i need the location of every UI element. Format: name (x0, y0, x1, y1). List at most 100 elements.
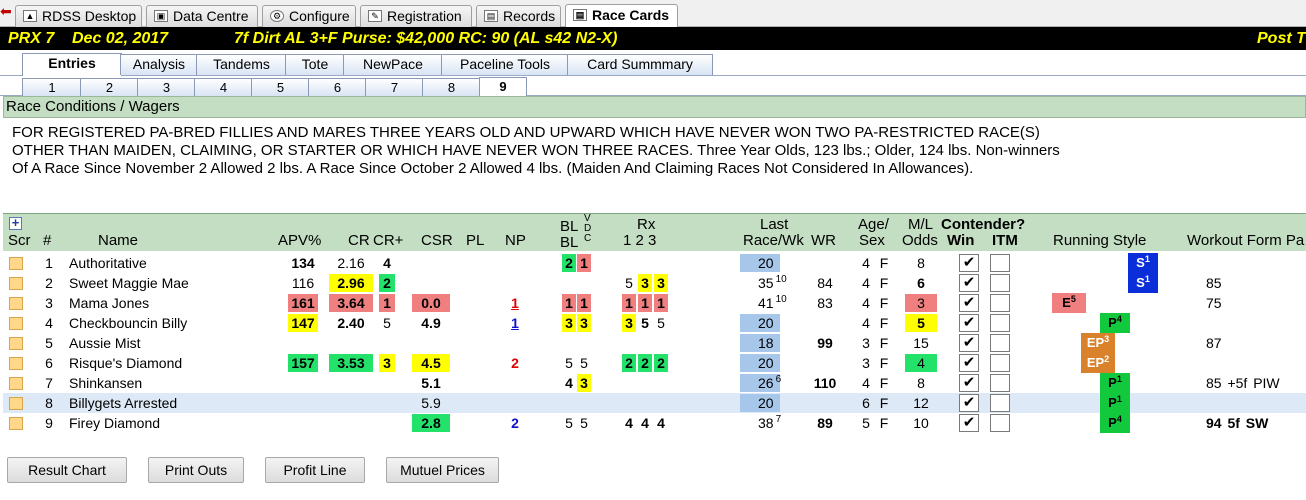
tab-data-centre[interactable]: ▣ Data Centre (146, 5, 258, 27)
wr-value (811, 314, 839, 332)
scratch-checkbox[interactable] (9, 297, 23, 310)
race-tab-3[interactable]: 3 (137, 78, 196, 96)
race-tab-9[interactable]: 9 (479, 77, 527, 96)
itm-checkbox[interactable] (990, 294, 1010, 312)
tab-tote[interactable]: Tote (285, 54, 345, 75)
age-value: 4 (862, 315, 870, 331)
expand-plus-button[interactable]: + (9, 216, 22, 230)
scratch-checkbox[interactable] (9, 277, 23, 290)
last-race-value: 20 (740, 254, 780, 272)
bl-2-value: 3 (577, 374, 591, 392)
scratch-checkbox[interactable] (9, 377, 23, 390)
table-row[interactable]: 8 Billygets Arrested 5.9 20 6 F 12 ✔ P1 (3, 393, 1306, 413)
last-race-days: 20 (758, 255, 774, 271)
last-race-value: 18 (740, 334, 780, 352)
last-race-weeks: 10 (775, 274, 787, 285)
ml-odds-value: 10 (913, 415, 929, 431)
rx-2-value: 5 (641, 315, 649, 331)
tab-race-cards[interactable]: ▤ Race Cards (565, 4, 678, 28)
sex-value: F (879, 415, 889, 431)
col-cr: CR (348, 232, 370, 249)
col-rx: Rx (637, 216, 656, 233)
entries-table-header: + Scr # Name APV% CR CR+ CSR PL NP BL BL… (3, 213, 1306, 251)
tab-records[interactable]: ▤ Records (476, 5, 561, 27)
rx-1-value (622, 374, 636, 392)
itm-checkbox[interactable] (990, 314, 1010, 332)
records-icon: ▤ (484, 10, 498, 22)
tab-entries[interactable]: Entries (22, 53, 122, 76)
table-row[interactable]: 5 Aussie Mist 18 99 3 F 15 ✔ EP3 87 (3, 333, 1306, 353)
race-tab-8[interactable]: 8 (422, 78, 481, 96)
print-outs-button[interactable]: Print Outs (148, 457, 244, 483)
apv-value: 134 (291, 255, 315, 271)
itm-checkbox[interactable] (990, 414, 1010, 432)
col-bl-bottom: BL (560, 234, 579, 251)
result-chart-button[interactable]: Result Chart (7, 457, 127, 483)
win-checkbox[interactable]: ✔ (959, 274, 979, 292)
win-checkbox[interactable]: ✔ (959, 414, 979, 432)
race-tab-1[interactable]: 1 (22, 78, 82, 96)
tab-tandems[interactable]: Tandems (196, 54, 287, 75)
bl-1-value: 2 (562, 254, 576, 272)
table-row[interactable]: 4 Checkbouncin Billy 147 2.40 5 4.9 1 3 3 3 5 5 20 4 F… (3, 313, 1306, 333)
itm-checkbox[interactable] (990, 374, 1010, 392)
profit-line-button[interactable]: Profit Line (265, 457, 365, 483)
scratch-checkbox[interactable] (9, 417, 23, 430)
table-row[interactable]: 1 Authoritative 134 2.16 4 2 1 20 4 F 8 ✔ S1 (3, 253, 1306, 273)
win-checkbox[interactable]: ✔ (959, 294, 979, 312)
ml-odds-value: 12 (913, 395, 929, 411)
col-vdc: V D C (584, 213, 592, 244)
win-checkbox[interactable]: ✔ (959, 354, 979, 372)
last-race-value: 20 (740, 394, 780, 412)
sex-value: F (879, 255, 889, 271)
scratch-checkbox[interactable] (9, 317, 23, 330)
tab-newpace[interactable]: NewPace (343, 54, 443, 75)
table-row[interactable]: 6 Risque's Diamond 157 3.53 3 4.5 2 5 5 2 2 2 20 3 F 4 ✔… (3, 353, 1306, 373)
tab-analysis[interactable]: Analysis (120, 54, 198, 75)
itm-checkbox[interactable] (990, 274, 1010, 292)
win-checkbox[interactable]: ✔ (959, 254, 979, 272)
table-row[interactable]: 7 Shinkansen 5.1 4 3 26 6 110 4 F 8 ✔ P1 85 +5f PIW (3, 373, 1306, 393)
cr-value (329, 414, 373, 432)
np-value: 2 (511, 415, 519, 431)
scratch-checkbox[interactable] (9, 357, 23, 370)
table-row[interactable]: 3 Mama Jones 161 3.64 1 0.0 1 1 1 1 1 1 41 10 83 4 F 3 ✔ E5… (3, 293, 1306, 313)
tab-registration[interactable]: ✎ Registration (360, 5, 472, 27)
scratch-checkbox[interactable] (9, 337, 23, 350)
horse-name: Shinkansen (69, 375, 143, 391)
table-row[interactable]: 9 Firey Diamond 2.8 2 5 5 4 4 4 38 7 89 5 F 10 ✔ P4 94 5f… (3, 413, 1306, 433)
itm-checkbox[interactable] (990, 254, 1010, 272)
cr-value: 2.16 (337, 255, 365, 271)
race-tab-5[interactable]: 5 (251, 78, 310, 96)
np-value (505, 274, 525, 292)
race-conditions-summary: 7f Dirt AL 3+F Purse: $42,000 RC: 90 (AL… (234, 30, 618, 47)
rx-2-value (638, 374, 652, 392)
mutuel-prices-button[interactable]: Mutuel Prices (386, 457, 499, 483)
win-checkbox[interactable]: ✔ (959, 394, 979, 412)
csr-value: 2.8 (412, 414, 450, 432)
win-checkbox[interactable]: ✔ (959, 314, 979, 332)
race-tab-4[interactable]: 4 (194, 78, 253, 96)
tab-paceline-tools[interactable]: Paceline Tools (441, 54, 569, 75)
tab-configure[interactable]: ⚙ Configure (262, 5, 356, 27)
itm-checkbox[interactable] (990, 354, 1010, 372)
race-tab-2[interactable]: 2 (80, 78, 139, 96)
tab-card-summary[interactable]: Card Summmary (567, 54, 713, 75)
race-tab-6[interactable]: 6 (308, 78, 367, 96)
itm-checkbox[interactable] (990, 394, 1010, 412)
win-checkbox[interactable]: ✔ (959, 374, 979, 392)
win-checkbox[interactable]: ✔ (959, 334, 979, 352)
rx-2-value: 3 (638, 274, 652, 292)
itm-checkbox[interactable] (990, 334, 1010, 352)
scratch-checkbox[interactable] (9, 397, 23, 410)
bl-1-value: 5 (565, 415, 573, 431)
col-rx-123: 1 2 3 (623, 232, 657, 249)
tab-rdss-desktop[interactable]: ▲ RDSS Desktop (15, 5, 142, 27)
bl-2-value: 1 (577, 294, 591, 312)
running-style-badge: P1 (1100, 393, 1130, 413)
race-tab-7[interactable]: 7 (365, 78, 424, 96)
scratch-checkbox[interactable] (9, 257, 23, 270)
rx-1-value (622, 394, 636, 412)
back-arrow-icon[interactable]: ⬅ (0, 4, 16, 18)
table-row[interactable]: 2 Sweet Maggie Mae 116 2.96 2 5 3 3 35 10 84 4 F 6 ✔ S1… (3, 273, 1306, 293)
